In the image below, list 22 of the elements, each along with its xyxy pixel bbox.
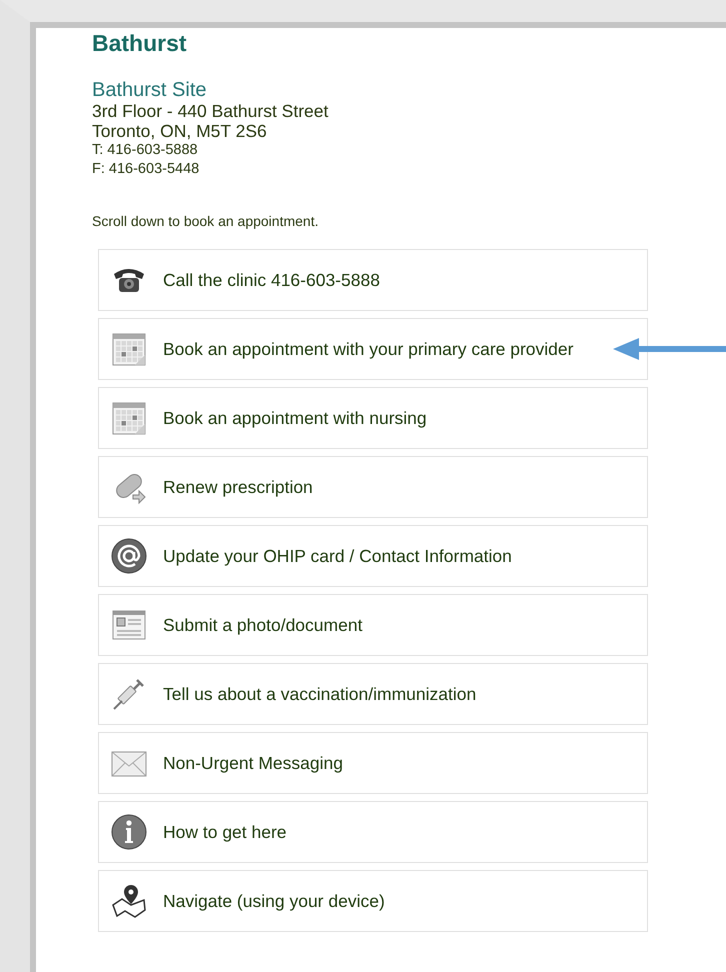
action-link[interactable]: Call the clinic 416-603-5888 (98, 249, 648, 311)
at-sign-icon (111, 538, 147, 574)
map-pin-icon (111, 883, 147, 919)
action-link[interactable]: Tell us about a vaccination/immunization (98, 663, 648, 725)
fax-number: F: 416-603-5448 (92, 160, 200, 179)
action-link[interactable]: Submit a photo/document (98, 594, 648, 656)
action-link[interactable]: Non-Urgent Messaging (98, 732, 648, 794)
calendar-icon (111, 331, 147, 367)
site-name: Bathurst Site (92, 79, 208, 101)
action-link[interactable]: Update your OHIP card / Contact Information (98, 525, 648, 587)
intro-text: Scroll down to book an appointment. (92, 213, 320, 229)
address-line: Toronto, ON, M5T 2S6 (92, 121, 268, 141)
info-icon (111, 814, 147, 850)
action-link[interactable]: Navigate (using your device) (98, 870, 648, 932)
page-heading: Bathurst (92, 30, 188, 57)
calendar-icon (111, 400, 147, 436)
action-link[interactable]: Book an appointment with nursing (98, 387, 648, 449)
address-line: 3rd Floor - 440 Bathurst Street (92, 101, 330, 121)
phone-number: T: 416-603-5888 (92, 141, 199, 160)
action-link[interactable]: Renew prescription (98, 456, 648, 518)
action-link[interactable]: Book an appointment with your primary care provider (98, 318, 648, 380)
action-link[interactable]: How to get here (98, 801, 648, 863)
